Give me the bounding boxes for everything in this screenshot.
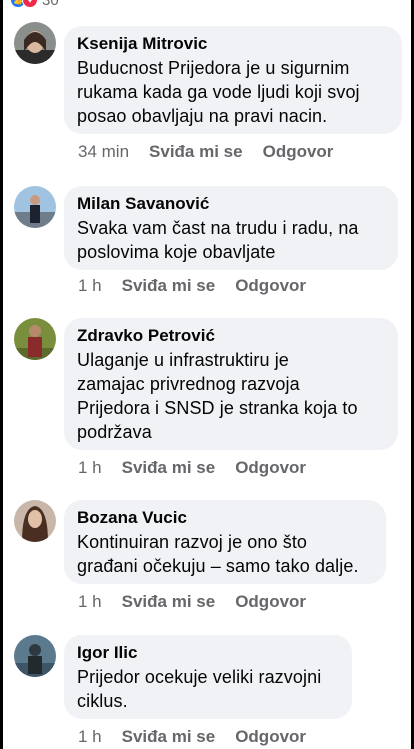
love-reaction-icon: ♥ xyxy=(22,0,38,8)
comment-line: rukama kada ga vode ljudi koji svoj xyxy=(77,82,360,102)
comment-actions: 34 min Sviđa mi se Odgovor xyxy=(78,142,353,162)
comment-bubble: Milan Savanović Svaka vam čast na trudu … xyxy=(64,186,398,270)
comment-author[interactable]: Bozana Vucic xyxy=(77,508,373,528)
comment-line: Ulaganje u infrastruktiru je xyxy=(77,350,289,370)
reactions-summary[interactable]: 👍 ♥ 30 xyxy=(10,0,59,9)
comment-line: poslovima koje obavljate xyxy=(77,242,276,262)
like-button[interactable]: Sviđa mi se xyxy=(122,727,216,747)
comment-author[interactable]: Igor Ilic xyxy=(77,643,339,663)
comment-author[interactable]: Milan Savanović xyxy=(77,194,385,214)
comment-actions: 1 h Sviđa mi se Odgovor xyxy=(78,727,326,747)
comment-line: Kontinuiran razvoj je ono što xyxy=(77,532,308,552)
comment-time[interactable]: 34 min xyxy=(78,142,129,162)
comment-line: posao obavljaju na pravi nacin. xyxy=(77,106,328,126)
comment-actions: 1 h Sviđa mi se Odgovor xyxy=(78,276,326,296)
avatar[interactable] xyxy=(14,318,56,360)
reply-button[interactable]: Odgovor xyxy=(235,458,306,478)
avatar[interactable] xyxy=(14,186,56,228)
reply-button[interactable]: Odgovor xyxy=(235,592,306,612)
comment-bubble: Zdravko Petrović Ulaganje u infrastrukti… xyxy=(64,318,398,450)
comment-line: Svaka vam čast na trudu i radu, na xyxy=(77,218,359,238)
comment-line: Buducnost Prijedora je u sigurnim xyxy=(77,58,350,78)
comment-line: Prijedor ocekuje veliki razvojni xyxy=(77,667,322,687)
reply-button[interactable]: Odgovor xyxy=(235,276,306,296)
like-button[interactable]: Sviđa mi se xyxy=(122,458,216,478)
comment-line: Prijedora i SNSD je stranka koja to xyxy=(77,398,358,418)
comment-line: zamajac privrednog razvoja xyxy=(77,374,300,394)
reply-button[interactable]: Odgovor xyxy=(235,727,306,747)
comment-actions: 1 h Sviđa mi se Odgovor xyxy=(78,458,326,478)
avatar[interactable] xyxy=(14,22,56,64)
comment-author[interactable]: Zdravko Petrović xyxy=(77,326,385,346)
reply-button[interactable]: Odgovor xyxy=(263,142,334,162)
comment-time[interactable]: 1 h xyxy=(78,458,102,478)
comment-line: građani očekuju – samo tako dalje. xyxy=(77,556,359,576)
comment-bubble: Ksenija Mitrovic Buducnost Prijedora je … xyxy=(64,26,402,134)
screen-frame-left xyxy=(0,0,3,749)
comment-bubble: Bozana Vucic Kontinuiran razvoj je ono š… xyxy=(64,500,386,584)
reaction-count: 30 xyxy=(42,0,59,9)
comment-actions: 1 h Sviđa mi se Odgovor xyxy=(78,592,326,612)
comment-time[interactable]: 1 h xyxy=(78,592,102,612)
like-button[interactable]: Sviđa mi se xyxy=(122,592,216,612)
comment-time[interactable]: 1 h xyxy=(78,276,102,296)
comment-line: ciklus. xyxy=(77,691,128,711)
comment-line: podržava xyxy=(77,422,152,442)
avatar[interactable] xyxy=(14,500,56,542)
like-button[interactable]: Sviđa mi se xyxy=(149,142,243,162)
comment-bubble: Igor Ilic Prijedor ocekuje veliki razvoj… xyxy=(64,635,352,719)
like-button[interactable]: Sviđa mi se xyxy=(122,276,216,296)
comment-author[interactable]: Ksenija Mitrovic xyxy=(77,34,389,54)
comment-time[interactable]: 1 h xyxy=(78,727,102,747)
avatar[interactable] xyxy=(14,635,56,677)
